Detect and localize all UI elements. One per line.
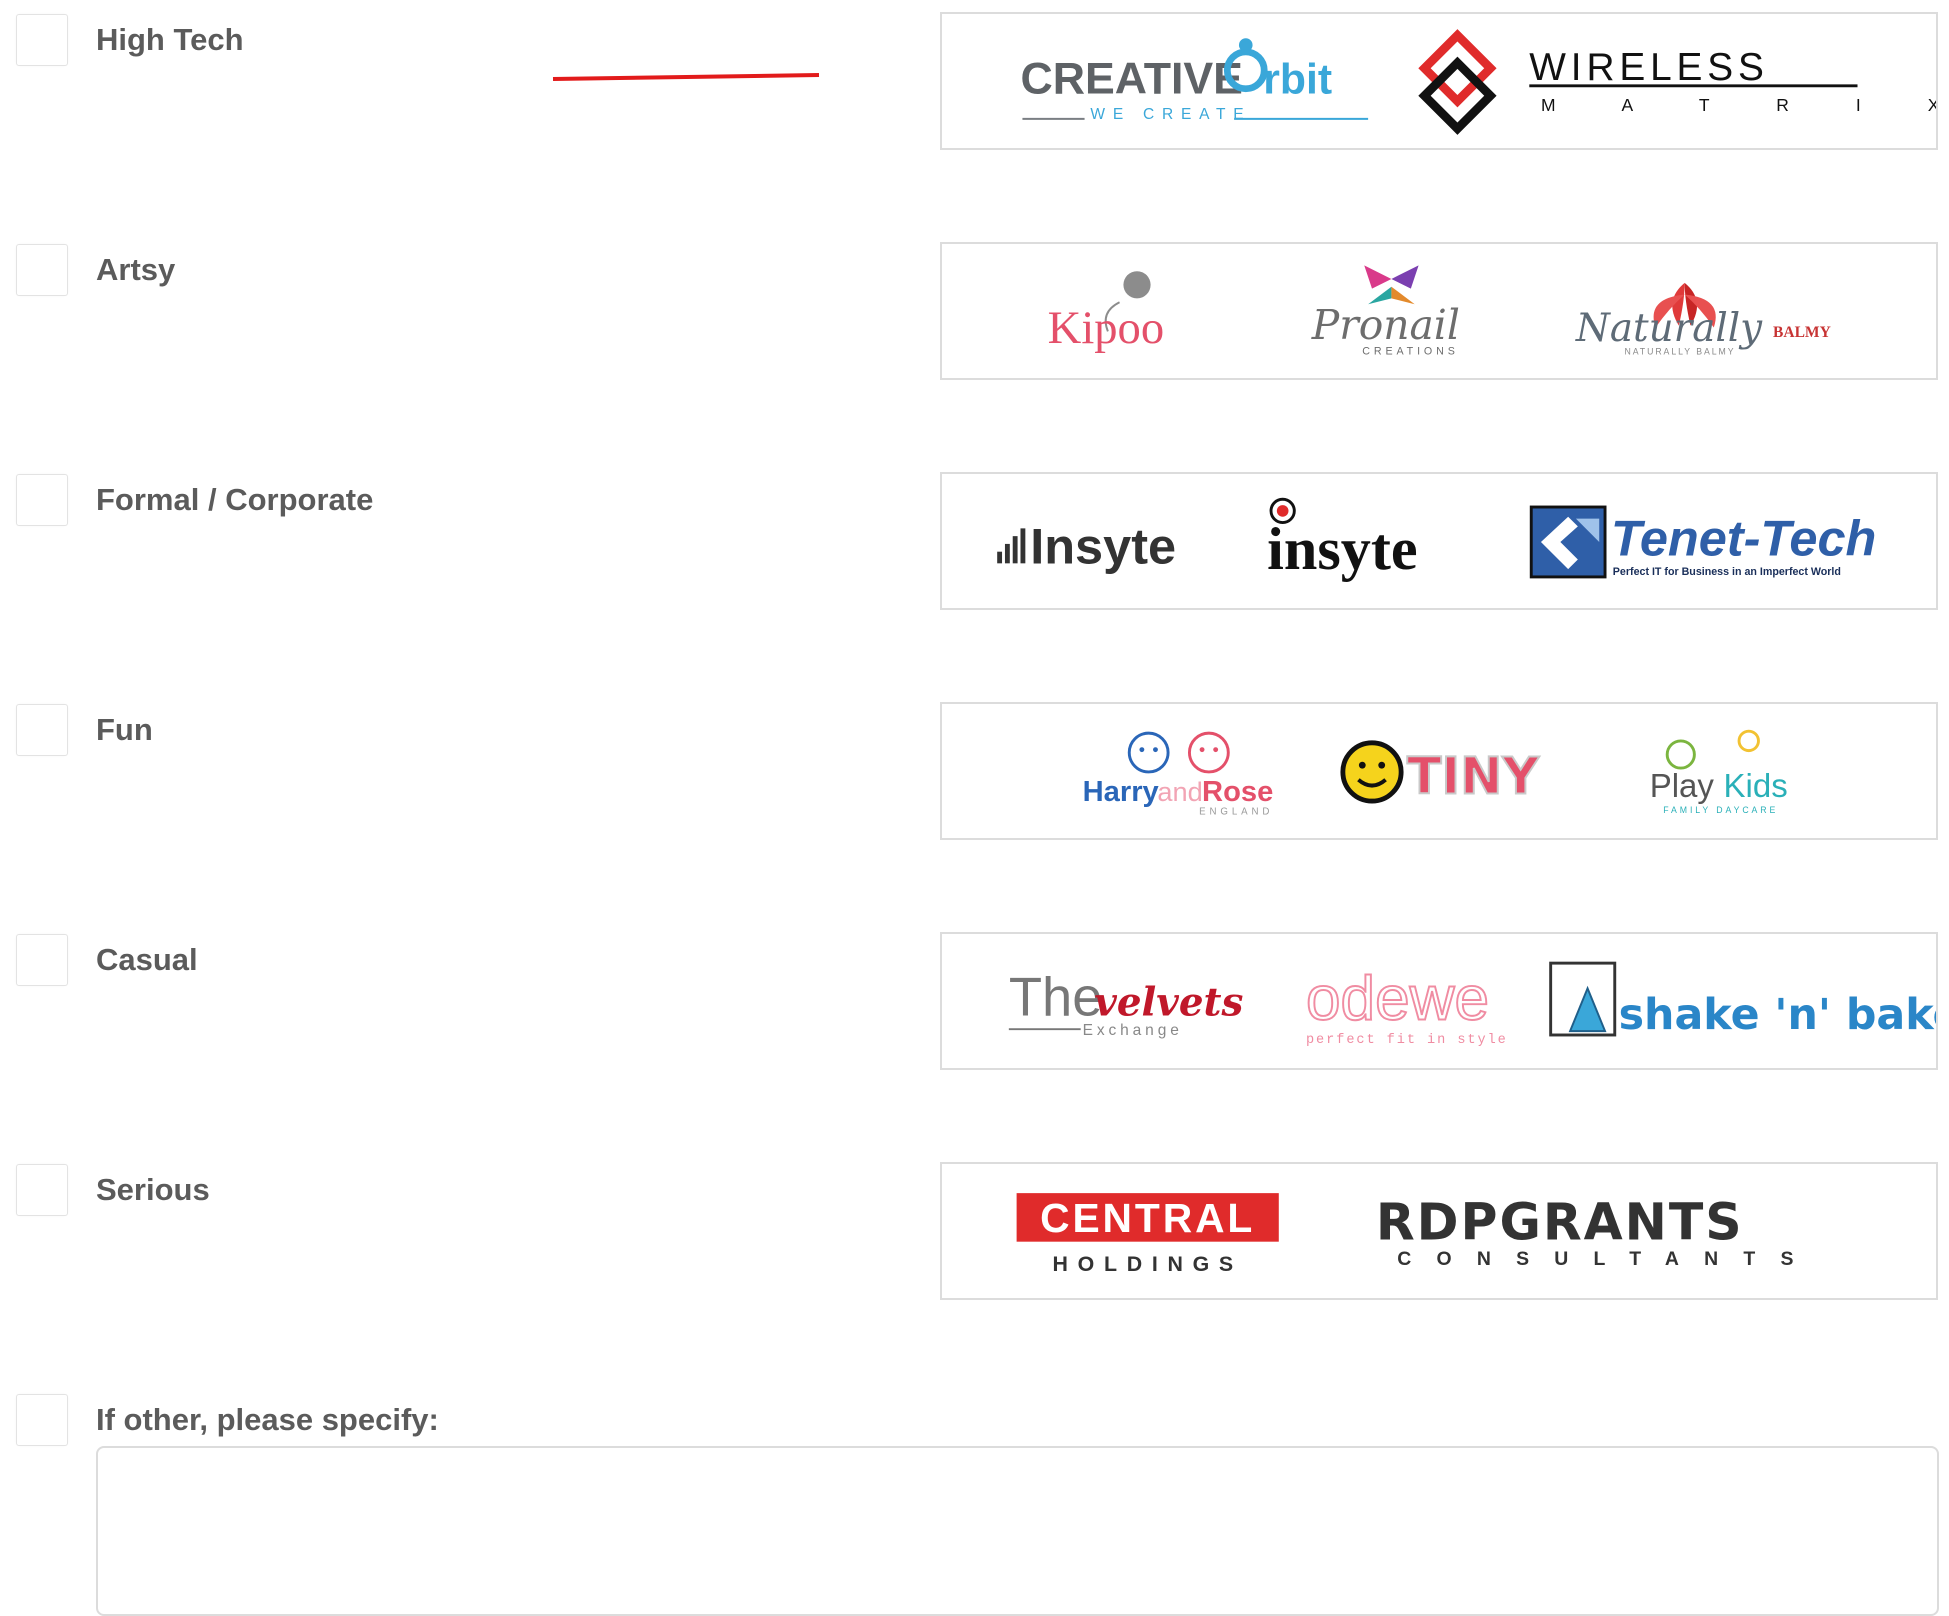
other-specify-input[interactable] [96,1446,1939,1616]
svg-text:Exchange: Exchange [1083,1022,1183,1039]
svg-text:velvets: velvets [1094,981,1243,1026]
artsy-logos: Kipoo Pronail CREATIONS Naturally BALMY … [1048,265,1831,358]
svg-text:CONSULTANTS: CONSULTANTS [1397,1248,1818,1270]
option-label-artsy: Artsy [96,252,176,287]
option-label-high-tech: High Tech [96,22,244,57]
wireless-matrix-mark [1418,29,1497,135]
logo-examples-fun: Harry and Rose ENGLAND TINY Play Kids FA… [940,702,1938,840]
svg-text:WE CREATE: WE CREATE [1090,106,1251,123]
checkbox-other[interactable] [16,1394,68,1446]
serious-logos: CENTRAL HOLDINGS RDPGRANTS CONSULTANTS [1016,1193,1818,1276]
rdp-grants-logo: RDPGRANTS [1376,1193,1744,1252]
harry-and-rose-logo: Harry [1083,776,1160,808]
central-holdings-logo: CENTRAL [1040,1195,1255,1241]
svg-text:ENGLAND: ENGLAND [1199,807,1273,818]
checkbox-serious[interactable] [16,1164,68,1216]
fun-logos: Harry and Rose ENGLAND TINY Play Kids FA… [1083,729,1788,818]
kipoo-logo: Kipoo [1048,302,1164,354]
insyte-serif-logo: insyte [1267,516,1417,583]
svg-text:M A T R I X: M A T R I X [1541,95,1936,115]
playkids-tree-sun-icon [1665,729,1760,770]
shake-n-bake-logo: shake 'n' bake [1619,990,1936,1040]
wireless-matrix-logo: WIRELESS [1529,46,1769,89]
harry-and-rose-faces-icon [1127,731,1230,774]
logo-examples-artsy: Kipoo Pronail CREATIONS Naturally BALMY … [940,242,1938,380]
option-label-formal-corporate: Formal / Corporate [96,482,374,517]
option-label-fun: Fun [96,712,153,747]
tenet-tech-icon [1529,505,1607,579]
tiny-smiley-icon [1340,740,1404,804]
formal-corporate-logos: Insyte insyte Tenet-Tech Perfect IT for … [997,497,1877,583]
naturally-balmy-logo: Naturally [1575,306,1763,351]
insyte-logo: Insyte [1030,517,1176,574]
option-label-casual: Casual [96,942,198,977]
option-serious: Serious CENTRAL HOLDINGS RDPGRANTS CONSU… [0,1150,1949,1300]
svg-text:HOLDINGS: HOLDINGS [1052,1252,1242,1276]
logo-examples-casual: The velvets Exchange odewe perfect fit i… [940,932,1938,1070]
insyte-bars-icon [997,528,1026,564]
high-tech-logos: CREATIVE rbit WE CREATE WIRELESS M A T R… [1020,29,1936,135]
pronail-logo: Pronail [1311,301,1460,349]
checkbox-artsy[interactable] [16,244,68,296]
logo-examples-formal-corporate: Insyte insyte Tenet-Tech Perfect IT for … [940,472,1938,610]
checkbox-casual[interactable] [16,934,68,986]
checkbox-fun[interactable] [16,704,68,756]
shake-n-bake-cake-icon [1549,961,1617,1037]
pronail-butterfly-icon [1364,265,1419,305]
svg-text:Perfect IT for Business in an: Perfect IT for Business in an Imperfect … [1613,566,1841,578]
svg-text:perfect fit in style: perfect fit in style [1306,1033,1508,1048]
svg-text:rbit: rbit [1263,56,1332,104]
option-fun: Fun Harry and Rose ENGLAND TINY Play Kid… [0,690,1949,840]
option-casual: Casual The velvets Exchange odewe perfec… [0,920,1949,1070]
option-other: If other, please specify: [0,1380,1949,1616]
svg-text:and: and [1157,776,1202,807]
option-high-tech: High Tech CREATIVE rbit WE CREATE WIRELE… [0,0,1949,150]
option-label-serious: Serious [96,1172,210,1207]
logo-examples-high-tech: CREATIVE rbit WE CREATE WIRELESS M A T R… [940,12,1938,150]
option-formal-corporate: Formal / Corporate Insyte insyte Tenet-T… [0,460,1949,610]
the-velvets-logo: The [1009,967,1103,1028]
checkbox-formal-corporate[interactable] [16,474,68,526]
option-label-other: If other, please specify: [96,1402,439,1437]
svg-text:BALMY: BALMY [1773,324,1831,341]
checkbox-high-tech[interactable] [16,14,68,66]
creative-orbit-logo: CREATIVE [1020,55,1242,104]
svg-text:Rose: Rose [1202,776,1273,808]
odewe-logo: odewe [1306,964,1489,1033]
tiny-logo: TINY [1407,746,1540,805]
tenet-tech-logo: Tenet-Tech [1611,510,1877,567]
svg-text:NATURALLY BALMY: NATURALLY BALMY [1624,347,1735,357]
svg-text:FAMILY DAYCARE: FAMILY DAYCARE [1663,805,1778,815]
playkids-logo: Play [1650,767,1715,804]
option-artsy: Artsy Kipoo Pronail CREATIONS Naturally … [0,230,1949,380]
casual-logos: The velvets Exchange odewe perfect fit i… [1009,961,1936,1048]
svg-text:CREATIONS: CREATIONS [1362,346,1458,358]
logo-examples-serious: CENTRAL HOLDINGS RDPGRANTS CONSULTANTS [940,1162,1938,1300]
svg-text:Kids: Kids [1724,767,1788,804]
